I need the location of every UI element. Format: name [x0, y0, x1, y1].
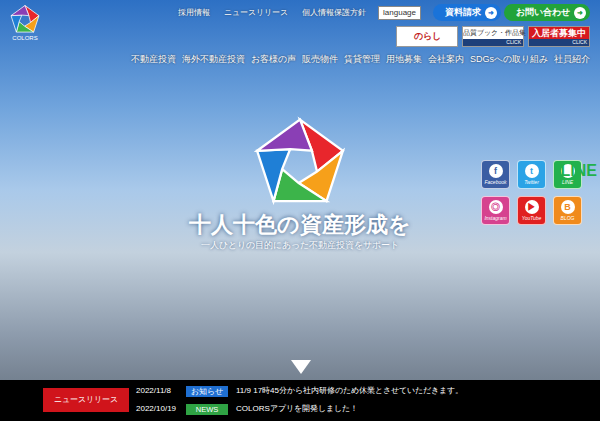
social-button[interactable]: fFacebook [481, 160, 510, 189]
social-icon: t [525, 164, 539, 178]
main-nav: 不動産投資海外不動産投資お客様の声販売物件賃貸管理用地募集会社案内 SDGsへの取… [131, 53, 590, 65]
nav-item[interactable]: お客様の声 [251, 53, 296, 65]
social-icon: ▶ [525, 200, 539, 214]
cta-button[interactable]: お問い合わせ ➜ [504, 4, 590, 21]
logo-text: COLORS [12, 34, 37, 42]
arrow-icon: ➜ [485, 7, 497, 19]
social-button[interactable]: ▶YouTube [517, 196, 546, 225]
banner-label: 入居者募集中 [529, 27, 589, 39]
social-icon: ◎ [489, 200, 503, 214]
news-tag: NEWS [186, 404, 228, 415]
social-button[interactable]: LINELINE [553, 160, 582, 189]
logo-icon [10, 4, 40, 34]
social-icon: B [561, 200, 575, 214]
cta-label: 資料請求 [445, 7, 481, 18]
nav-item[interactable]: 海外不動産投資 [182, 53, 245, 65]
nav-item[interactable]: 賃貸管理 [344, 53, 380, 65]
news-tag: お知らせ [186, 386, 228, 397]
social-label: YouTube [522, 214, 542, 222]
news-date: 2022/11/8 [136, 385, 186, 397]
social-label: Instagram [484, 214, 506, 222]
nav-item[interactable]: 販売物件 [302, 53, 338, 65]
site-logo[interactable]: COLORS [8, 4, 42, 65]
news-item[interactable]: 2022/10/19NEWS COLORSアプリを開発しました！ [136, 403, 463, 415]
social-button[interactable]: tTwitter [517, 160, 546, 189]
header-right: 採用情報ニュースリリース個人情報保護方針 language 資料請求➜お問い合わ… [131, 4, 590, 65]
social-label: Facebook [485, 178, 507, 186]
hero: 十人十色の資産形成を 一人ひとりの目的にあった不動産投資をサポート fFaceb… [0, 65, 600, 380]
top-link[interactable]: ニュースリリース [224, 8, 288, 18]
cta-button[interactable]: 資料請求 ➜ [433, 4, 501, 21]
social-button[interactable]: BBLOG [553, 196, 582, 225]
top-links: 採用情報 ニュースリリース 個人情報保護方針 [178, 8, 366, 18]
news-item[interactable]: 2022/11/8お知らせ 11/9 17時45分から社内研修のため休業とさせてい… [136, 385, 463, 397]
banners: のらし品質ブック・作品集CLICK入居者募集中CLICK [396, 26, 590, 47]
hero-subtitle: 一人ひとりの目的にあった不動産投資をサポート [201, 239, 399, 252]
news-list: 2022/11/8お知らせ 11/9 17時45分から社内研修のため休業とさせてい… [136, 385, 463, 415]
top-link[interactable]: 個人情報保護方針 [302, 8, 366, 18]
top-link[interactable]: 採用情報 [178, 8, 210, 18]
news-text: 11/9 17時45分から社内研修のため休業とさせていただきます。 [236, 385, 463, 397]
page: COLORS 採用情報ニュースリリース個人情報保護方針 language 資料請… [0, 0, 600, 421]
news-bar: ニュースリリース 2022/11/8お知らせ 11/9 17時45分から社内研修の… [0, 380, 600, 421]
social-label: BLOG [561, 214, 575, 222]
social-icon: f [489, 164, 503, 178]
news-date: 2022/10/19 [136, 403, 186, 415]
banner[interactable]: 品質ブック・作品集CLICK [462, 26, 524, 47]
nav-item[interactable]: 会社案内 [428, 53, 464, 65]
hero-title: 十人十色の資産形成を [189, 211, 411, 239]
news-text: COLORSアプリを開発しました！ [236, 403, 358, 415]
social-label: Twitter [524, 178, 539, 186]
header: COLORS 採用情報 ニュースリリース 個人情報保護方針 language 資料請… [0, 0, 600, 65]
news-release-button[interactable]: ニュースリリース [43, 388, 129, 412]
banner-label: 品質ブック・作品集 [463, 27, 523, 39]
nav-item[interactable]: 不動産投資 [131, 53, 176, 65]
nav-item[interactable]: 社員紹介 [554, 53, 590, 65]
social-button[interactable]: ◎Instagram [481, 196, 510, 225]
banner-click: CLICK [463, 39, 523, 46]
social-label: LINE [562, 178, 573, 186]
scroll-down-icon[interactable] [291, 360, 311, 374]
cta-buttons: 資料請求 ➜ お問い合わせ ➜ [433, 4, 590, 21]
hero-logo-icon [254, 115, 346, 207]
language-button[interactable]: language [378, 6, 421, 20]
banner-label: のらし [414, 31, 441, 42]
arrow-icon: ➜ [574, 7, 586, 19]
banner[interactable]: のらし [396, 26, 458, 47]
nav-item[interactable]: 用地募集 [386, 53, 422, 65]
nav-item[interactable]: SDGsへの取り組み [470, 53, 548, 65]
banner[interactable]: 入居者募集中CLICK [528, 26, 590, 47]
social-icon: LINE [561, 164, 575, 178]
top-row: 採用情報ニュースリリース個人情報保護方針 language 資料請求➜お問い合わ… [178, 4, 590, 21]
cta-label: お問い合わせ [516, 7, 570, 18]
banner-click: CLICK [529, 39, 589, 46]
social-links: fFacebooktTwitterLINELINE◎Instagram▶YouT… [481, 160, 582, 225]
